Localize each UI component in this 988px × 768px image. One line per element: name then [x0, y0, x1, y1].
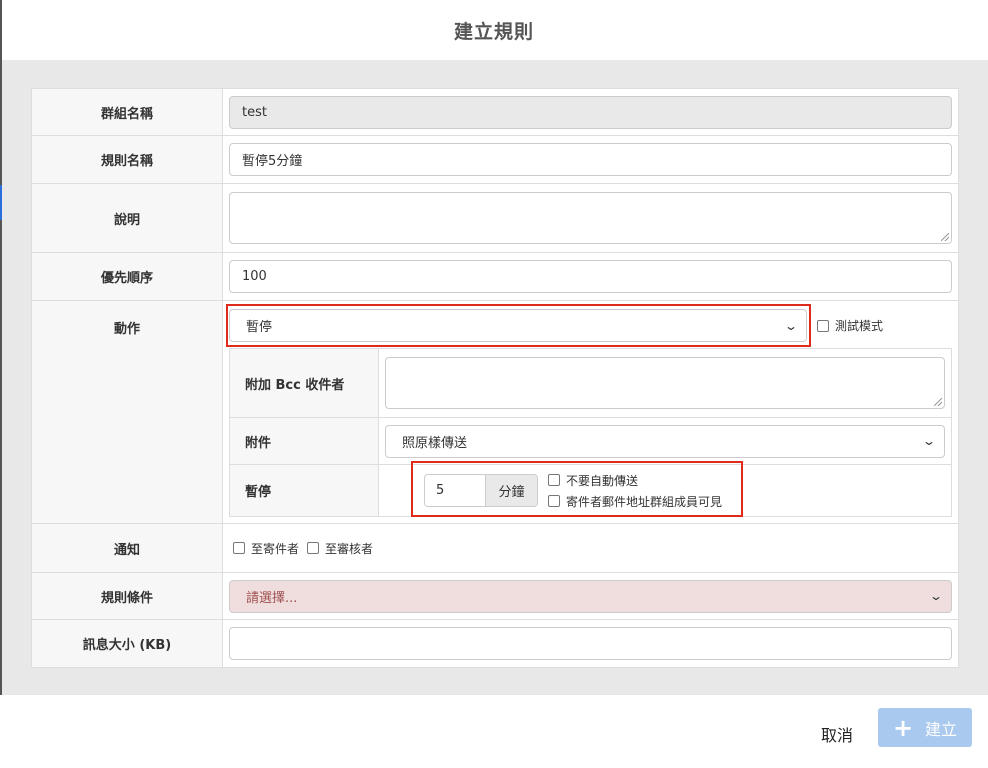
cancel-button[interactable]: 取消 [821, 722, 853, 746]
checkbox-box[interactable] [233, 542, 245, 554]
row-bcc: 附加 Bcc 收件者 [230, 349, 951, 418]
attachment-select[interactable]: 照原樣傳送 ⌄ [385, 424, 945, 458]
test-mode-label: 測試模式 [835, 319, 884, 333]
group-name-input: test [229, 95, 952, 129]
priority-label: 優先順序 [32, 253, 223, 300]
row-group-name: 群組名稱 test [32, 89, 958, 136]
highlight-box-pause [411, 461, 743, 517]
conditions-label: 規則條件 [32, 573, 223, 619]
create-button-label: 建立 [925, 719, 958, 739]
rule-form: 群組名稱 test 規則名稱 暫停5分鐘 說明 優先順序 100 動作 暫停 ⌄… [31, 88, 959, 668]
highlight-box-action [226, 304, 811, 347]
resize-grip-icon[interactable] [934, 398, 942, 406]
notify-reviewer-checkbox[interactable]: 至審核者 [307, 540, 373, 557]
modal-title: 建立規則 [453, 20, 534, 43]
row-attachment: 附件 照原樣傳送 ⌄ [230, 418, 951, 465]
bcc-textarea[interactable] [385, 357, 945, 409]
checkbox-box[interactable] [307, 542, 320, 554]
notify-sender-label: 至寄件者 [251, 541, 300, 556]
bcc-label: 附加 Bcc 收件者 [230, 349, 379, 417]
row-priority: 優先順序 100 [32, 253, 958, 301]
rule-name-label: 規則名稱 [32, 136, 223, 183]
attachment-label: 附件 [230, 418, 379, 464]
row-conditions: 規則條件 請選擇... ⌄ [32, 573, 958, 620]
create-button[interactable]: + 建立 [878, 708, 972, 747]
notify-reviewer-label: 至審核者 [325, 541, 374, 556]
description-label: 說明 [32, 184, 223, 252]
rule-name-input[interactable]: 暫停5分鐘 [229, 143, 952, 176]
row-rule-name: 規則名稱 暫停5分鐘 [32, 136, 958, 184]
chevron-down-icon: ⌄ [921, 434, 937, 448]
modal-header: 建立規則 [0, 0, 988, 60]
create-rule-modal: 建立規則 群組名稱 test 規則名稱 暫停5分鐘 說明 優先順序 100 動作 [0, 0, 988, 768]
row-description: 說明 [32, 184, 958, 253]
notify-sender-checkbox[interactable]: 至寄件者 [233, 540, 299, 557]
plus-icon: + [892, 713, 914, 742]
priority-input[interactable]: 100 [229, 260, 952, 293]
action-label: 動作 [32, 301, 223, 523]
description-textarea[interactable] [229, 192, 952, 244]
row-size: 訊息大小 (KB) [32, 620, 958, 667]
conditions-select[interactable]: 請選擇... ⌄ [229, 579, 952, 613]
test-mode-checkbox[interactable]: 測試模式 [817, 317, 883, 334]
chevron-down-icon: ⌄ [928, 589, 944, 603]
checkbox-box[interactable] [817, 319, 829, 332]
conditions-placeholder: 請選擇... [246, 590, 298, 606]
group-name-label: 群組名稱 [32, 89, 223, 135]
row-notify: 通知 至寄件者 至審核者 [32, 524, 958, 573]
notify-label: 通知 [32, 524, 223, 572]
size-input[interactable] [229, 627, 952, 660]
size-label: 訊息大小 (KB) [32, 620, 223, 667]
modal-footer: 取消 + 建立 [0, 695, 988, 768]
modal-body: 群組名稱 test 規則名稱 暫停5分鐘 說明 優先順序 100 動作 暫停 ⌄… [2, 60, 988, 695]
attachment-select-value: 照原樣傳送 [402, 435, 468, 451]
resize-grip-icon[interactable] [941, 233, 949, 241]
pause-label: 暫停 [230, 465, 379, 516]
